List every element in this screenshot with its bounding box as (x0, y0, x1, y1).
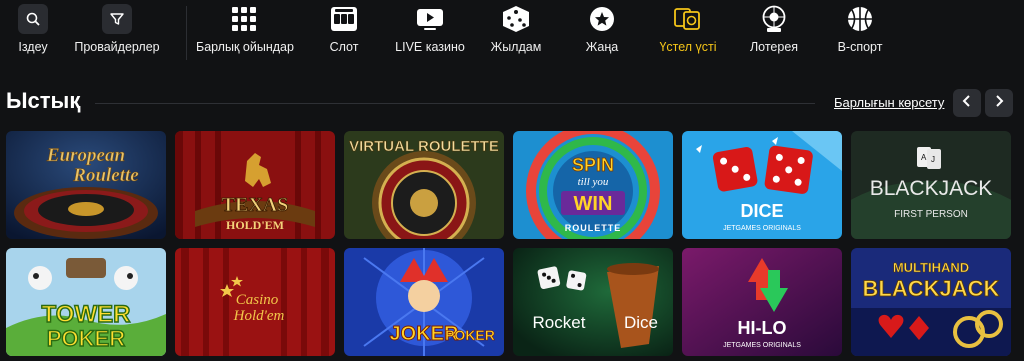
game-tile-multihand-blackjack[interactable]: MULTIHAND BLACKJACK (851, 248, 1011, 356)
chevron-right-icon (993, 94, 1005, 113)
game-art-title: Casino (236, 292, 279, 308)
game-tile-european-roulette[interactable]: European Roulette (6, 131, 166, 239)
game-art-title: BLACKJACK (870, 177, 993, 200)
game-art-subtitle: FIRST PERSON (894, 209, 968, 220)
game-tile-spin-till-you-win[interactable]: SPIN till you WIN ROULETTE (513, 131, 673, 239)
section-title: Ыстық (6, 88, 81, 113)
grid-icon (229, 4, 259, 34)
dice-icon (501, 4, 531, 34)
svg-text:J: J (931, 155, 935, 164)
game-art-subtitle: BLACKJACK (863, 276, 1000, 301)
nav-new[interactable]: Жаңа (554, 4, 650, 64)
game-art-subtitle: HOLD'EM (226, 218, 284, 232)
game-art-title: TEXAS (222, 194, 289, 216)
nav-label: LIVE казино (395, 40, 465, 54)
game-tile-casino-holdem[interactable]: Casino Hold'em (175, 248, 335, 356)
nav-all-games[interactable]: Барлық ойындар (196, 4, 294, 64)
game-art-title: MULTIHAND (893, 260, 969, 275)
svg-text:A: A (921, 153, 927, 162)
table-games-icon (673, 4, 703, 34)
nav-table-games[interactable]: Үстел үсті (640, 4, 736, 64)
nav-label: Үстел үсті (659, 40, 717, 54)
nav-providers[interactable]: Провайдерлер (69, 4, 165, 64)
lottery-ball-icon (759, 4, 789, 34)
basketball-icon (845, 4, 875, 34)
game-art-subtitle: till you (578, 176, 609, 188)
game-tile-texas-holdem[interactable]: TEXAS HOLD'EM (175, 131, 335, 239)
game-art-title: European (46, 145, 125, 166)
slot-machine-icon (329, 4, 359, 34)
game-art-title: TOWER (42, 301, 131, 328)
game-art-subtitle: Hold'em (233, 308, 285, 324)
game-tile-joker-poker[interactable]: JOKER . POKER (344, 248, 504, 356)
game-art-caption: JETGAMES ORIGINALS (723, 225, 801, 232)
game-art-title: HI-LO (738, 318, 787, 338)
carousel-prev-button[interactable] (953, 89, 981, 117)
nav-fast-games[interactable]: Жылдам (468, 4, 564, 64)
nav-label: Лотерея (749, 40, 799, 54)
nav-slots[interactable]: Слот (296, 4, 392, 64)
game-art-title: Rocket (533, 313, 586, 332)
live-video-icon (415, 4, 445, 34)
game-tile-tower-poker[interactable]: TOWER POKER (6, 248, 166, 356)
game-art-subtitle: Roulette (72, 165, 139, 186)
nav-label: Провайдерлер (74, 40, 160, 54)
game-art-caption: JETGAMES ORIGINALS (723, 342, 801, 349)
star-icon (587, 4, 617, 34)
nav-label: В-спорт (837, 40, 883, 54)
section-divider (95, 103, 815, 104)
game-art-title: SPIN (572, 155, 614, 175)
nav-esports[interactable]: В-спорт (812, 4, 908, 64)
nav-label: Жылдам (490, 40, 542, 54)
nav-divider (186, 6, 187, 60)
show-all-link[interactable]: Барлығын көрсету (834, 95, 944, 110)
game-art-subtitle: Dice (624, 313, 658, 332)
game-tile-rocket-dice[interactable]: Rocket Dice (513, 248, 673, 356)
game-art-title: DICE (740, 201, 783, 221)
game-art-subtitle: POKER (47, 326, 125, 351)
nav-live-casino[interactable]: LIVE казино (382, 4, 478, 64)
chevron-left-icon (961, 94, 973, 113)
top-navigation: Іздеу Провайдерлер Барлық ойындар Слот L… (0, 0, 1024, 68)
carousel-next-button[interactable] (985, 89, 1013, 117)
filter-icon (102, 4, 132, 34)
nav-label: Барлық ойындар (196, 40, 294, 54)
game-tile-dice[interactable]: DICE JETGAMES ORIGINALS (682, 131, 842, 239)
game-tile-hi-lo[interactable]: HI-LO JETGAMES ORIGINALS (682, 248, 842, 356)
nav-label: Слот (329, 40, 359, 54)
game-tile-blackjack-first-person[interactable]: AJ BLACKJACK FIRST PERSON (851, 131, 1011, 239)
game-art-caption: ROULETTE (565, 223, 622, 233)
search-icon (18, 4, 48, 34)
game-art-win: WIN (574, 193, 613, 215)
game-art-title: VIRTUAL ROULETTE (349, 138, 499, 155)
game-tile-virtual-roulette[interactable]: VIRTUAL ROULETTE (344, 131, 504, 239)
nav-label: Жаңа (585, 40, 619, 54)
game-art-subtitle: POKER (445, 327, 495, 343)
nav-lottery[interactable]: Лотерея (726, 4, 822, 64)
